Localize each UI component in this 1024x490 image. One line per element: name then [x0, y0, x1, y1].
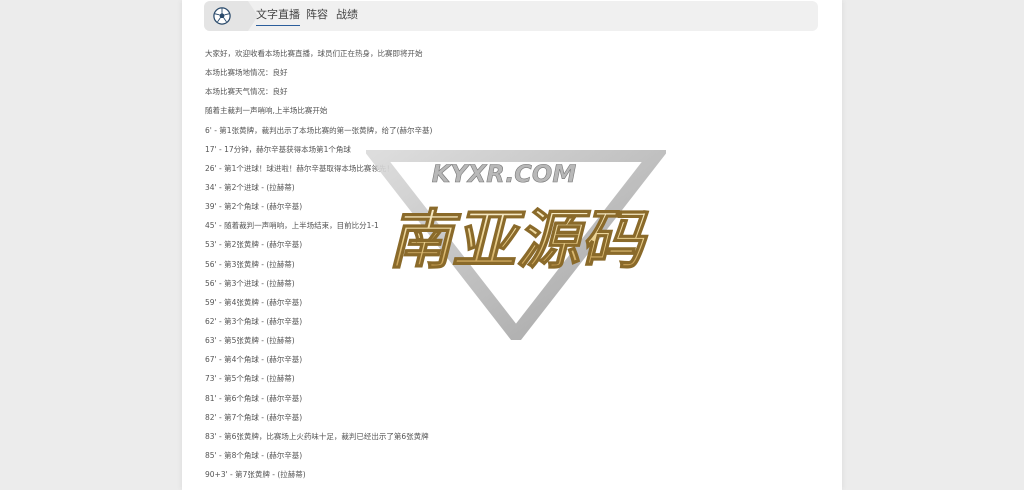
event-item: 56' - 第3张黄牌 - (拉赫蒂) [205, 259, 295, 269]
event-item: 67' - 第4个角球 - (赫尔辛基) [205, 355, 303, 365]
event-item: 6' - 第1张黄牌，裁判出示了本场比赛的第一张黄牌，给了(赫尔辛基) [205, 125, 433, 135]
live-page: 文字直播 阵容 战绩 大家好，欢迎收看本场比赛直播，球员们正在热身，比赛即将开始… [182, 0, 842, 490]
tab-bar: 文字直播 阵容 战绩 [204, 1, 818, 31]
soccer-ball-icon [213, 7, 231, 25]
event-list: 大家好，欢迎收看本场比赛直播，球员们正在热身，比赛即将开始 本场比赛场地情况：良… [205, 49, 805, 489]
event-item: 82' - 第7个角球 - (赫尔辛基) [205, 412, 303, 422]
tab-record[interactable]: 战绩 [336, 7, 358, 23]
event-item: 随着主裁判一声哨响,上半场比赛开始 [205, 106, 328, 116]
event-item: 34' - 第2个进球 - (拉赫蒂) [205, 182, 295, 192]
tab-text-live[interactable]: 文字直播 [256, 7, 300, 26]
event-item: 85' - 第8个角球 - (赫尔辛基) [205, 450, 303, 460]
event-item: 56' - 第3个进球 - (拉赫蒂) [205, 278, 295, 288]
event-item: 53' - 第2张黄牌 - (赫尔辛基) [205, 240, 303, 250]
event-item: 59' - 第4张黄牌 - (赫尔辛基) [205, 297, 303, 307]
event-item: 73' - 第5个角球 - (拉赫蒂) [205, 374, 295, 384]
event-item: 本场比赛场地情况：良好 [205, 68, 288, 78]
event-item: 17' - 17分钟，赫尔辛基获得本场第1个角球 [205, 144, 351, 154]
ball-badge [204, 1, 258, 31]
event-item: 63' - 第5张黄牌 - (拉赫蒂) [205, 336, 295, 346]
event-item: 45' - 随着裁判一声哨响，上半场结束，目前比分1-1 [205, 221, 379, 231]
event-item: 81' - 第6个角球 - (赫尔辛基) [205, 393, 303, 403]
tab-lineup[interactable]: 阵容 [306, 7, 328, 23]
event-item: 83' - 第6张黄牌，比赛场上火药味十足，裁判已经出示了第6张黄牌 [205, 431, 429, 441]
event-item: 62' - 第3个角球 - (赫尔辛基) [205, 316, 303, 326]
event-item: 39' - 第2个角球 - (赫尔辛基) [205, 202, 303, 212]
event-item: 26' - 第1个进球！球进啦！赫尔辛基取得本场比赛领先！ [205, 163, 394, 173]
event-item: 90+3' - 第7张黄牌 - (拉赫蒂) [205, 470, 306, 480]
event-item: 本场比赛天气情况：良好 [205, 87, 288, 97]
event-item: 大家好，欢迎收看本场比赛直播，球员们正在热身，比赛即将开始 [205, 49, 423, 58]
